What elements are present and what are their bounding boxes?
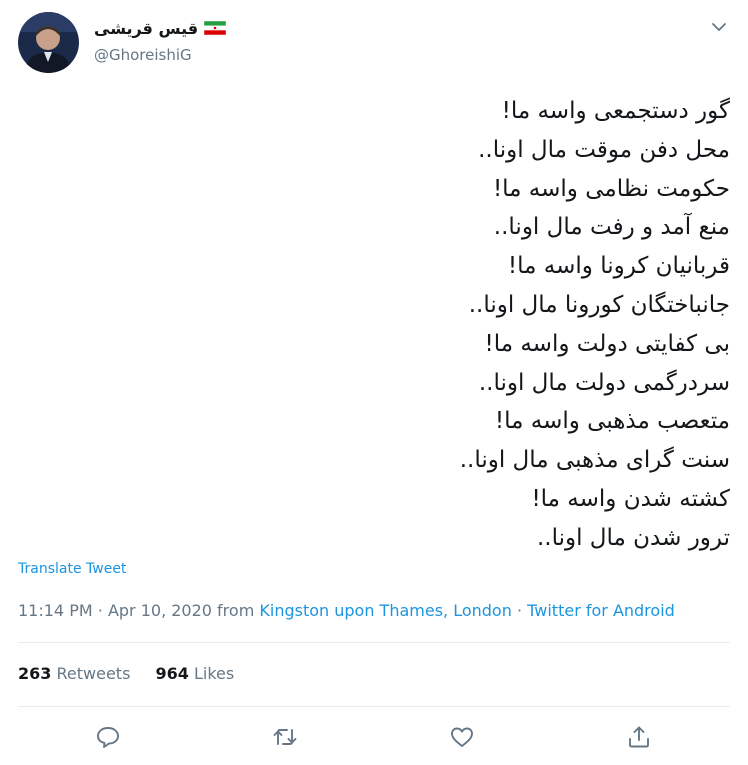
engagement-stats: 263 Retweets 964 Likes [18, 664, 254, 683]
tweet-line: بی کفایتی دولت واسه ما! [484, 330, 730, 357]
meta-separator: · [97, 601, 103, 620]
tweet-line: متعصب مذهبی واسه ما! [494, 408, 730, 435]
tweet-line: سنت گرای مذهبی مال اونا.. [459, 447, 730, 474]
divider [18, 642, 730, 643]
tweet-line: گور دستجمعی واسه ما! [501, 98, 730, 124]
location-link[interactable]: Kingston upon Thames, London [259, 601, 511, 620]
retweets-label: Retweets [56, 664, 131, 683]
share-icon[interactable] [626, 724, 652, 750]
retweets-stat[interactable]: 263 Retweets [18, 664, 136, 683]
tweet-line: ترور شدن مال اونا.. [536, 524, 730, 551]
retweets-count: 263 [18, 664, 52, 683]
from-label: from [217, 601, 255, 620]
tweet-line: حکومت نظامی واسه ما! [492, 175, 730, 202]
tweet-line: جانباختگان کورونا مال اونا.. [468, 291, 730, 318]
display-name-row[interactable]: قیس قریشی [94, 16, 227, 40]
tweet-date[interactable]: Apr 10, 2020 [108, 601, 212, 620]
tweet-time[interactable]: 11:14 PM [18, 601, 93, 620]
chevron-down-icon[interactable] [710, 18, 728, 36]
tweet-line: کشته شدن واسه ما! [531, 485, 730, 512]
tweet-meta: 11:14 PM · Apr 10, 2020 from Kingston up… [18, 601, 675, 620]
divider [18, 706, 730, 707]
action-bar [0, 724, 748, 750]
retweet-icon[interactable] [272, 724, 298, 750]
tweet-line: محل دفن موقت مال اونا.. [478, 136, 730, 163]
tweet-line: سردرگمی دولت مال اونا.. [478, 369, 730, 396]
likes-label: Likes [194, 664, 235, 683]
tweet-line: منع آمد و رفت مال اونا.. [493, 214, 730, 241]
display-name[interactable]: قیس قریشی [94, 19, 198, 38]
source-link[interactable]: Twitter for Android [527, 601, 675, 620]
iran-flag-icon [204, 21, 227, 35]
meta-separator: · [516, 601, 523, 620]
reply-icon[interactable] [95, 724, 121, 750]
tweet-line: قربانیان کرونا واسه ما! [507, 253, 730, 280]
tweet-card: قیس قریشی @GhoreishiG گور دستجمعی واسه م… [0, 0, 748, 765]
tweet-text: گور دستجمعی واسه ما! محل دفن موقت مال او… [18, 92, 730, 558]
likes-stat[interactable]: 964 Likes [156, 664, 235, 683]
heart-icon[interactable] [449, 724, 475, 750]
likes-count: 964 [155, 664, 189, 683]
translate-tweet-link[interactable]: Translate Tweet [18, 561, 126, 577]
avatar[interactable] [18, 12, 79, 73]
user-handle[interactable]: @GhoreishiG [94, 46, 192, 64]
